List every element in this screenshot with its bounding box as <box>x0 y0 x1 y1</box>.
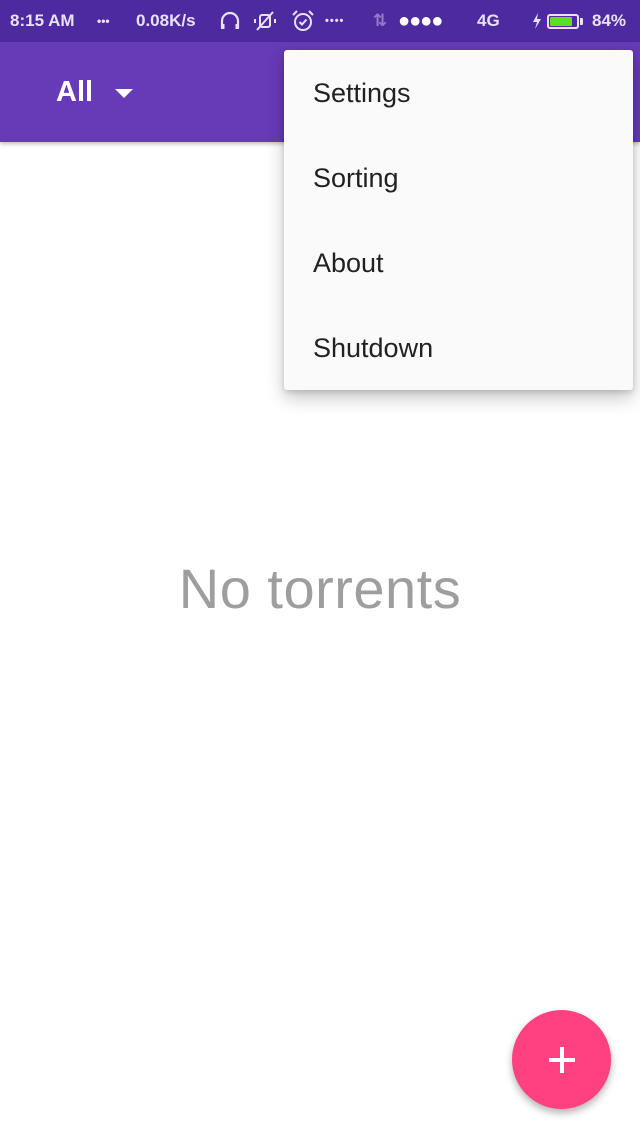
vibrate-off-icon <box>253 0 277 42</box>
battery-body <box>547 13 579 29</box>
battery-tip <box>580 17 583 25</box>
battery-level-fill <box>550 16 572 26</box>
charging-icon <box>532 0 542 42</box>
status-bar: 8:15 AM ••• 0.08K/s •••• ⇅ ●●●● 4G 84% <box>0 0 640 42</box>
menu-item-about[interactable]: About <box>284 220 633 305</box>
data-activity-icon: ⇅ <box>373 11 388 30</box>
menu-item-shutdown[interactable]: Shutdown <box>284 305 633 390</box>
network-speed: 0.08K/s <box>136 11 196 30</box>
menu-item-sorting[interactable]: Sorting <box>284 135 633 220</box>
more-notifications-icon: ••• <box>97 14 110 28</box>
plus-icon <box>548 1046 575 1073</box>
empty-state-text: No torrents <box>178 557 462 620</box>
battery-icon <box>547 0 583 42</box>
headphones-icon <box>219 0 241 42</box>
network-type: 4G <box>477 11 500 30</box>
menu-item-settings[interactable]: Settings <box>284 50 633 135</box>
signal-strength-icon: ●●●● <box>398 10 443 32</box>
sim-indicator-icon: •••• <box>325 15 345 27</box>
dropdown-arrow-icon <box>115 88 134 98</box>
add-torrent-button[interactable] <box>512 1010 611 1109</box>
overflow-menu: Settings Sorting About Shutdown <box>284 50 633 390</box>
filter-label: All <box>56 75 94 108</box>
alarm-icon <box>291 0 315 42</box>
filter-dropdown[interactable]: All <box>56 42 134 142</box>
status-time: 8:15 AM <box>10 11 75 30</box>
battery-percent: 84% <box>592 11 627 30</box>
